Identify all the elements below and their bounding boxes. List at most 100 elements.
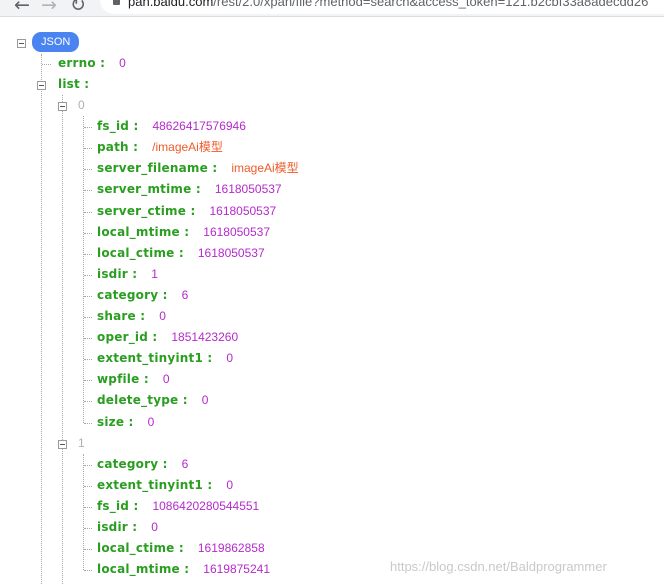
tree-connector — [84, 274, 92, 276]
field-row: category : 6 — [97, 285, 188, 306]
tree-connector — [84, 528, 92, 529]
list-row: list : — [58, 74, 89, 95]
tree-connector — [84, 570, 92, 572]
field-row: path : /imageAi模型 — [97, 137, 223, 158]
tree-connector — [84, 211, 92, 213]
field-value: 0 — [159, 309, 166, 323]
field-row: size : 0 — [97, 412, 154, 433]
field-value: 1618050537 — [209, 203, 277, 218]
collapse-root-toggle[interactable] — [17, 39, 26, 48]
field-key: path : — [97, 140, 139, 155]
field-row: extent_tinyint1 : 0 — [97, 348, 233, 369]
tree-guide-line — [62, 95, 63, 584]
field-key: server_mtime : — [97, 182, 201, 197]
field-value: 1086420280544551 — [152, 498, 260, 513]
field-value: 1618050537 — [197, 245, 265, 260]
collapse-item-toggle[interactable] — [58, 102, 67, 111]
field-row: delete_type : 0 — [97, 390, 208, 411]
tree-connector — [84, 148, 92, 150]
field-row: local_ctime : 1618050537 — [97, 243, 265, 264]
tree-connector — [84, 506, 92, 508]
field-row: extent_tinyint1 : 0 — [97, 475, 233, 496]
field-key: wpfile : — [97, 372, 149, 387]
field-row: server_ctime : 1618050537 — [97, 201, 276, 222]
tree-guide-line — [83, 453, 84, 571]
tree-connector — [84, 253, 92, 255]
field-row: server_mtime : 1618050537 — [97, 179, 282, 200]
tree-connector — [84, 295, 92, 297]
field-key: share : — [97, 309, 146, 323]
tree-connector — [42, 64, 51, 65]
field-key: local_mtime : — [97, 224, 190, 239]
errno-key: errno : — [58, 56, 106, 70]
field-key: size : — [97, 414, 134, 429]
field-value: 0 — [147, 414, 155, 429]
field-row: local_mtime : 1618050537 — [97, 222, 270, 243]
index-label: 1 — [78, 435, 85, 450]
tree-connector — [84, 485, 92, 487]
field-value: 48626417576946 — [152, 119, 246, 134]
field-key: server_filename : — [97, 161, 218, 176]
tree-connector — [84, 401, 92, 403]
tree-guide-line — [83, 116, 84, 423]
field-row: oper_id : 1851423260 — [97, 327, 238, 348]
field-key: category : — [97, 287, 168, 302]
field-value: 1619875241 — [203, 562, 271, 577]
field-key: server_ctime : — [97, 203, 196, 218]
field-key: oper_id : — [97, 330, 158, 345]
field-row: share : 0 — [97, 306, 166, 327]
field-row: server_filename : imageAi模型 — [97, 158, 299, 179]
field-key: extent_tinyint1 : — [97, 477, 213, 492]
collapse-item-toggle[interactable] — [58, 439, 67, 449]
field-value: 6 — [181, 456, 189, 471]
field-key: local_mtime : — [97, 562, 190, 577]
field-value: imageAi模型 — [231, 161, 299, 176]
field-value: 0 — [226, 351, 234, 366]
field-row: isdir : 0 — [97, 517, 158, 538]
tree-connector — [84, 338, 92, 340]
field-key: category : — [97, 456, 168, 471]
field-row: category : 6 — [97, 454, 188, 475]
field-row: local_mtime : 1619875241 — [97, 559, 270, 580]
field-value: 1618050537 — [203, 224, 271, 239]
field-value: 1 — [151, 266, 158, 281]
tree-connector — [84, 422, 92, 424]
list-key: list : — [58, 77, 90, 91]
list-item-index: 0 — [78, 95, 85, 116]
field-row: fs_id : 1086420280544551 — [97, 496, 259, 517]
tree-connector — [84, 127, 92, 129]
field-row: isdir : 1 — [97, 264, 158, 285]
field-key: delete_type : — [97, 393, 188, 408]
field-value: 6 — [181, 287, 189, 302]
field-value: 1619862858 — [197, 541, 265, 556]
field-row: local_ctime : 1619862858 — [97, 538, 265, 559]
field-row: wpfile : 0 — [97, 369, 170, 390]
field-value: 0 — [162, 372, 170, 387]
index-label: 0 — [78, 98, 85, 112]
field-value: 1618050537 — [214, 182, 282, 197]
tree-connector — [84, 190, 92, 192]
field-row: fs_id : 48626417576946 — [97, 116, 246, 137]
tree-connector — [84, 359, 92, 361]
field-value: 0 — [151, 520, 158, 534]
collapse-list-toggle[interactable] — [37, 81, 46, 90]
list-item-index: 1 — [78, 433, 85, 454]
errno-row: errno : 0 — [58, 53, 126, 74]
field-key: isdir : — [97, 520, 138, 534]
json-tree-viewer: JSON errno : 0 list : 0 fs_id : 48626417576… — [0, 0, 664, 584]
field-key: fs_id : — [97, 119, 139, 134]
tree-connector — [84, 549, 92, 551]
field-key: local_ctime : — [97, 245, 184, 260]
field-key: isdir : — [97, 266, 138, 281]
tree-connector — [84, 317, 92, 318]
field-value: 1851423260 — [171, 330, 239, 345]
field-key: extent_tinyint1 : — [97, 351, 213, 366]
field-key: fs_id : — [97, 498, 139, 513]
json-root-badge[interactable]: JSON — [32, 32, 80, 52]
field-value: /imageAi模型 — [152, 140, 223, 155]
watermark-text: https://blog.csdn.net/Baldprogrammer — [390, 559, 607, 574]
tree-connector — [84, 464, 92, 466]
tree-guide-line — [41, 54, 42, 584]
field-value: 0 — [201, 393, 209, 408]
errno-value: 0 — [119, 56, 126, 70]
